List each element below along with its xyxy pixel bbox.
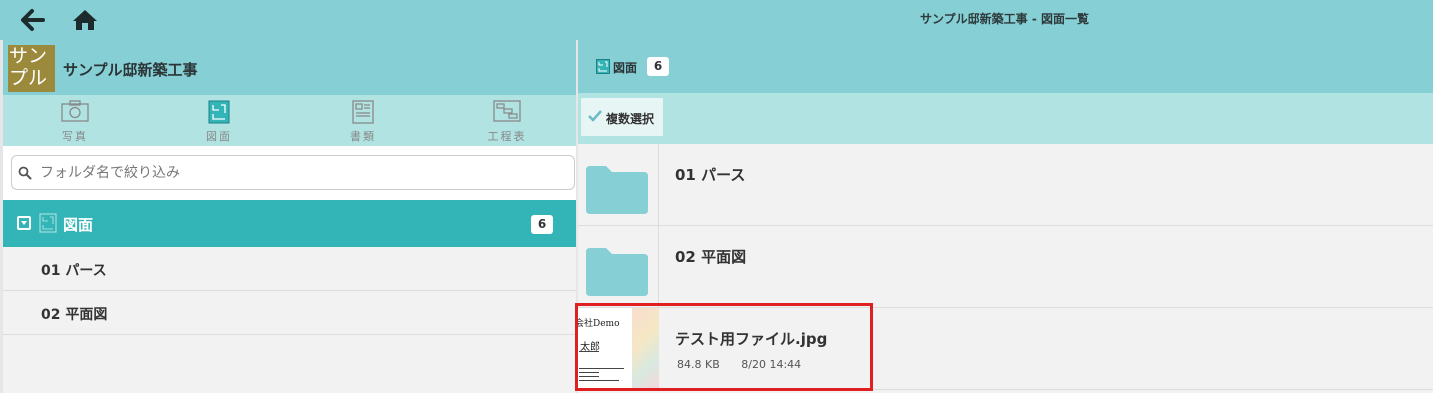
right-panel: 図面 6 複数選択 01 パース 02 平面図 会社Demo 太郎 テスト用ファ… — [578, 40, 1433, 393]
card-pattern — [632, 308, 659, 389]
top-bar: サンプル邸新築工事 - 図面一覧 — [0, 0, 1433, 40]
tree-root-label: 図面 — [63, 216, 94, 234]
folder-icon — [586, 248, 648, 296]
tab-schedule-label: 工程表 — [487, 130, 527, 143]
drawing-icon — [596, 59, 610, 74]
file-date: 8/20 14:44 — [741, 358, 802, 371]
tab-schedule[interactable]: 工程表 — [435, 95, 579, 146]
card-text-line — [579, 368, 624, 369]
home-icon — [73, 10, 97, 30]
tree-root-count-badge: 6 — [531, 215, 553, 234]
left-panel: サン プル サンプル邸新築工事 写真 図面 書類 工程表 フォルダ名で絞り込み … — [0, 40, 579, 393]
tab-photos-label: 写真 — [62, 130, 88, 143]
search-area — [3, 146, 579, 200]
folder-name: 02 平面図 — [675, 248, 747, 266]
card-text-line — [579, 351, 599, 352]
folder-thumbnail — [578, 226, 659, 307]
file-name: テスト用ファイル.jpg — [675, 330, 828, 348]
file-meta: 84.8 KB 8/20 14:44 — [677, 358, 819, 371]
folder-thumbnail — [578, 144, 659, 225]
tree-item-floor-plan[interactable]: 02 平面図 — [3, 291, 579, 335]
back-button[interactable] — [20, 8, 46, 32]
folder-row-perspective[interactable]: 01 パース — [578, 144, 1433, 226]
collapse-toggle-icon[interactable] — [17, 216, 31, 230]
business-card-image: 会社Demo 太郎 — [578, 308, 659, 389]
card-text-line — [579, 376, 599, 377]
tab-photos[interactable]: 写真 — [3, 95, 147, 146]
card-text-line — [579, 372, 599, 373]
tree-item-perspective[interactable]: 01 パース — [3, 247, 579, 291]
check-icon — [588, 110, 602, 122]
tab-documents-label: 書類 — [350, 130, 376, 143]
tab-drawings-label: 図面 — [206, 130, 232, 143]
search-icon — [18, 166, 32, 180]
tree-root-drawings[interactable]: 図面 6 — [3, 200, 579, 247]
folder-filter-input[interactable] — [40, 162, 560, 184]
folder-header-count-badge: 6 — [647, 57, 669, 76]
tree-item-label: 02 平面図 — [41, 307, 108, 323]
schedule-icon — [493, 100, 521, 122]
folder-name: 01 パース — [675, 166, 746, 184]
arrow-left-icon — [21, 9, 45, 31]
camera-icon — [61, 100, 89, 122]
drawing-icon — [208, 100, 230, 124]
card-text-line — [579, 380, 619, 381]
project-header: サン プル サンプル邸新築工事 — [3, 40, 579, 95]
home-button[interactable] — [72, 8, 98, 32]
folder-header-label: 図面 — [613, 61, 638, 75]
document-icon — [352, 100, 374, 124]
tree-item-label: 01 パース — [41, 263, 107, 279]
folder-header: 図面 6 — [578, 40, 1433, 93]
file-row-test-file[interactable]: 会社Demo 太郎 テスト用ファイル.jpg 84.8 KB 8/20 14:4… — [578, 308, 1433, 390]
drawing-folder-icon — [39, 213, 57, 233]
folder-row-floor-plan[interactable]: 02 平面図 — [578, 226, 1433, 308]
window-title: サンプル邸新築工事 - 図面一覧 — [920, 12, 1089, 26]
project-thumbnail: サン プル — [8, 45, 55, 92]
file-thumbnail: 会社Demo 太郎 — [578, 308, 659, 389]
multi-select-label: 複数選択 — [606, 112, 655, 126]
tab-documents[interactable]: 書類 — [291, 95, 435, 146]
card-company-text: 会社Demo — [578, 319, 620, 329]
multi-select-button[interactable]: 複数選択 — [581, 98, 663, 136]
project-name: サンプル邸新築工事 — [63, 61, 198, 79]
list-toolbar: 複数選択 — [578, 93, 1433, 144]
file-size: 84.8 KB — [677, 358, 720, 371]
folder-filter-box — [11, 155, 575, 190]
category-tabs: 写真 図面 書類 工程表 — [3, 95, 579, 146]
folder-icon — [586, 166, 648, 214]
tab-drawings[interactable]: 図面 — [147, 95, 291, 146]
